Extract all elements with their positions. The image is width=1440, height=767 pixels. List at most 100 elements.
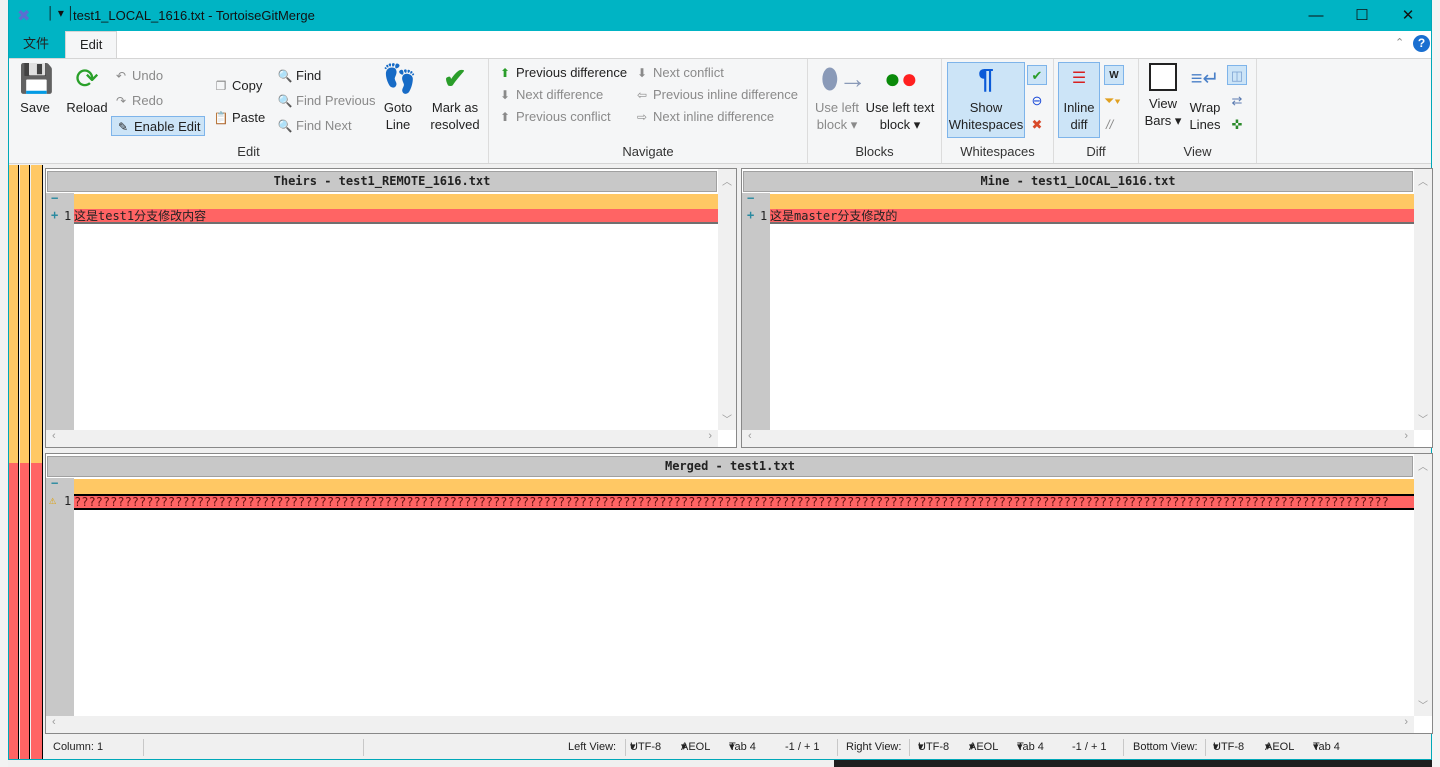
navigate-group: ⬆ Previous difference ⬇ Next difference ⬆ P… (489, 59, 808, 163)
left-tab-dropdown[interactable]: Tab 4 ▾ (729, 736, 756, 759)
wrap-lines-icon: ≡↵ (1190, 68, 1220, 90)
word-diff-icon[interactable]: W (1104, 65, 1124, 85)
wrap-lines-button[interactable]: ≡↵ Wrap Lines (1185, 63, 1225, 133)
redo-button[interactable]: ↷ Redo (113, 91, 163, 111)
eol-value: AEOL (681, 741, 711, 753)
tab-file[interactable]: 文件 (9, 31, 65, 58)
goto-line-button[interactable]: 👣 Goto Line (379, 63, 417, 133)
mine-line[interactable]: 这是master分支修改的 (770, 209, 1414, 224)
magnifier-icon: 🔍 (277, 119, 293, 133)
paste-button[interactable]: 📋 Paste (213, 108, 266, 128)
vertical-scrollbar[interactable]: ︿ ﹀ (718, 169, 736, 430)
find-previous-button[interactable]: 🔍 Find Previous (277, 91, 376, 111)
help-icon[interactable]: ? (1413, 35, 1430, 52)
checkmark-icon: ✔ (443, 63, 467, 94)
whitespace-circle-icon[interactable]: ⊖ (1027, 91, 1047, 111)
find-next-button[interactable]: 🔍 Find Next (277, 116, 352, 136)
minimize-button[interactable]: — (1293, 0, 1339, 31)
block-arrow-icon: ⬮→ (821, 63, 867, 94)
undo-button[interactable]: ↶ Undo (113, 66, 163, 86)
theirs-line[interactable]: 这是test1分支修改内容 (74, 209, 718, 224)
close-button[interactable]: ✕ (1385, 0, 1431, 31)
mine-pane[interactable]: Mine - test1_LOCAL_1616.txt − + 1 这是mast… (741, 168, 1433, 448)
whitespace-x-icon[interactable]: ✖ (1027, 115, 1047, 135)
tab-edit[interactable]: Edit (65, 31, 118, 58)
next-difference-button[interactable]: ⬇ Next difference (497, 85, 603, 105)
diff-group-label: Diff (1086, 144, 1106, 159)
next-inline-difference-button[interactable]: ⇨ Next inline difference (634, 107, 774, 127)
removed-line-icon: − (51, 476, 59, 490)
ribbon-tabs: 文件 Edit ⌃ ? (9, 31, 1431, 58)
right-eol-dropdown[interactable]: AEOL ▾ (969, 736, 998, 759)
horizontal-scrollbar[interactable]: ‹ › (46, 430, 718, 447)
line-number: 1 (760, 209, 768, 223)
tortoisegitmerge-window: ✖ │ ▾ │ test1_LOCAL_1616.txt - TortoiseG… (8, 0, 1433, 760)
bottom-encoding-dropdown[interactable]: UTF-8 ▾ (1213, 736, 1244, 759)
split-view-icon[interactable]: ◫ (1227, 65, 1247, 85)
magnifier-icon: 🔍 (277, 94, 293, 108)
location-bar-merged[interactable] (31, 165, 43, 463)
theirs-pane-title: Theirs - test1_REMOTE_1616.txt (47, 171, 717, 192)
right-view-label: Right View: (846, 741, 902, 753)
vertical-scrollbar[interactable]: ︿ ﹀ (1414, 169, 1432, 430)
find-button[interactable]: 🔍 Find (277, 66, 322, 86)
window-title: test1_LOCAL_1616.txt - TortoiseGitMerge (73, 8, 315, 23)
quick-access-dropdown-icon[interactable]: │ ▾ │ (47, 6, 75, 20)
reload-button[interactable]: ⟳ Reload (63, 63, 111, 116)
redo-icon: ↷ (115, 94, 127, 108)
left-encoding-dropdown[interactable]: UTF-8 ▾ (630, 736, 661, 759)
horizontal-scrollbar[interactable]: ‹ › (742, 430, 1414, 447)
title-bar: ✖ │ ▾ │ test1_LOCAL_1616.txt - TortoiseG… (9, 0, 1431, 31)
previous-inline-difference-button[interactable]: ⇦ Previous inline difference (634, 85, 798, 105)
theirs-pane[interactable]: Theirs - test1_REMOTE_1616.txt − + 1 这是t… (45, 168, 737, 448)
previous-difference-button[interactable]: ⬆ Previous difference (497, 63, 627, 83)
bottom-tab-dropdown[interactable]: Tab 4 ▾ (1313, 736, 1340, 759)
status-bar: Column: 1 Left View: UTF-8 ▾ AEOL ▾ Tab … (45, 736, 1431, 759)
blocks-group: ⬮→ Use left block ▾ ●● Use left text block ▾… (808, 59, 942, 163)
eol-value: AEOL (969, 741, 999, 753)
empty-line (74, 194, 718, 209)
inline-diff-button[interactable]: ☰ Inline diff (1058, 62, 1100, 138)
copy-button[interactable]: ❐ Copy (213, 76, 263, 96)
background-taskbar (8, 759, 834, 767)
empty-line (74, 479, 1414, 494)
collapse-icon[interactable]: ✜ (1227, 115, 1247, 135)
line-number: 1 (64, 209, 72, 223)
filter-icon[interactable]: ⏷▾ (1104, 91, 1121, 111)
view-bars-button[interactable]: View Bars ▾ (1143, 63, 1183, 129)
use-left-text-block-button[interactable]: ●● Use left text block ▾ (862, 63, 938, 133)
left-eol-dropdown[interactable]: AEOL ▾ (681, 736, 710, 759)
bottom-eol-dropdown[interactable]: AEOL ▾ (1265, 736, 1294, 759)
right-encoding-dropdown[interactable]: UTF-8 ▾ (918, 736, 949, 759)
location-bar-mine-bottom (20, 463, 30, 759)
location-bar-merged-bottom (31, 463, 43, 759)
location-bar-theirs[interactable] (9, 165, 19, 463)
floppy-disk-icon: 💾 (19, 63, 54, 94)
edit-group: 💾 Save ⟳ Reload ↶ Undo ↷ Redo ✎ Enable Edit ❐… (9, 59, 489, 163)
enable-edit-button[interactable]: ✎ Enable Edit (111, 116, 205, 136)
ignore-whitespace-check-icon[interactable]: ✔ (1027, 65, 1047, 85)
arrow-up-icon: ⬆ (499, 66, 511, 80)
horizontal-scrollbar[interactable]: ‹ › (46, 716, 1414, 733)
eol-value: AEOL (1265, 741, 1295, 753)
encoding-value: UTF-8 (918, 741, 950, 753)
collapse-ribbon-icon[interactable]: ⌃ (1395, 36, 1404, 49)
previous-conflict-button[interactable]: ⬆ Previous conflict (497, 107, 611, 127)
use-left-block-button[interactable]: ⬮→ Use left block ▾ (812, 63, 867, 133)
merged-pane[interactable]: Merged - test1.txt − ⚠ 1 ???????????????… (45, 453, 1433, 734)
mark-as-resolved-button[interactable]: ✔ Mark as resolved (427, 63, 483, 133)
show-whitespaces-button[interactable]: ¶ Show Whitespaces (947, 62, 1025, 138)
next-conflict-button[interactable]: ⬇ Next conflict (634, 63, 724, 83)
maximize-button[interactable]: ☐ (1339, 0, 1385, 31)
vertical-scrollbar[interactable]: ︿ ﹀ (1414, 454, 1432, 716)
save-button[interactable]: 💾 Save (15, 63, 55, 116)
location-bar-mine[interactable] (20, 165, 30, 463)
left-changes: -1 / + 1 (785, 741, 820, 753)
merged-line[interactable]: ????????????????????????????????????????… (74, 494, 1414, 510)
whitespaces-group: ¶ Show Whitespaces ✔ ⊖ ✖ Whitespaces (942, 59, 1054, 163)
right-tab-dropdown[interactable]: Tab 4 ▾ (1017, 736, 1044, 759)
case-icon[interactable]: // (1106, 115, 1113, 135)
encoding-value: UTF-8 (630, 741, 662, 753)
swap-icon[interactable]: ⇄ (1227, 91, 1247, 111)
line-gutter (46, 193, 74, 430)
